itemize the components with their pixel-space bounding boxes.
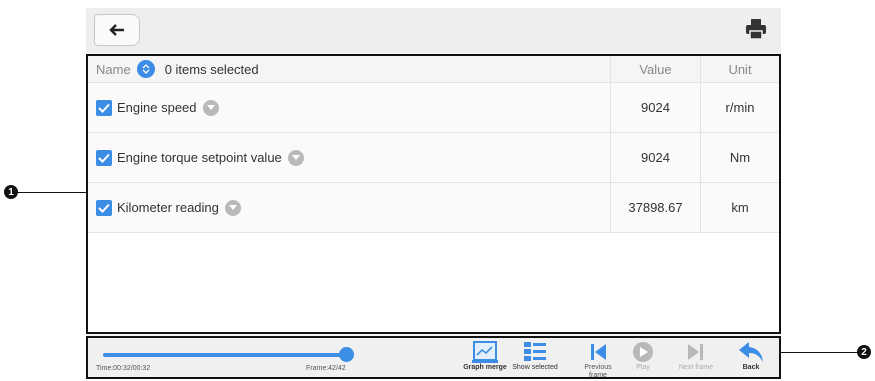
top-toolbar [86, 8, 781, 52]
playback-toolbar: Time:00:32/00:32 Frame:42/42 Graph merge… [86, 336, 781, 379]
checkbox-checked-icon[interactable] [96, 199, 112, 216]
callout-1: 1 [4, 185, 18, 199]
back-curved-arrow-icon [739, 342, 763, 362]
row-unit: km [700, 182, 779, 233]
checkbox-checked-icon[interactable] [96, 149, 112, 166]
next-frame-button[interactable]: Next frame [671, 340, 721, 372]
time-label: Time:00:32/00:32 [96, 365, 151, 372]
selected-count: 0 items selected [164, 61, 259, 77]
callout-2-line [781, 352, 858, 353]
row-value: 9024 [610, 82, 701, 133]
next-frame-icon [688, 344, 703, 360]
printer-icon[interactable] [745, 18, 767, 40]
previous-frame-icon [591, 344, 606, 360]
expand-down-icon[interactable] [202, 99, 219, 116]
playback-slider-thumb[interactable] [339, 347, 354, 362]
table-row[interactable]: Engine torque setpoint value 9024 Nm [88, 132, 779, 183]
row-unit: r/min [700, 82, 779, 133]
row-unit: Nm [700, 132, 779, 183]
show-selected-button[interactable]: Show selected [510, 340, 560, 372]
table-row[interactable]: Engine speed 9024 r/min [88, 82, 779, 133]
graph-merge-icon [472, 341, 498, 363]
checkbox-checked-icon[interactable] [96, 99, 112, 116]
playback-slider-track[interactable] [103, 353, 346, 357]
expand-down-icon[interactable] [287, 149, 304, 166]
row-name: Engine speed [117, 100, 197, 115]
row-value: 9024 [610, 132, 701, 183]
row-value: 37898.67 [610, 182, 701, 233]
sort-toggle-icon[interactable] [136, 60, 155, 78]
back-arrow-icon [109, 24, 124, 36]
graph-merge-button[interactable]: Graph merge [460, 340, 510, 372]
device-screen: Name 0 items selected Value Unit Engine … [86, 8, 781, 379]
play-icon [633, 342, 653, 362]
expand-down-icon[interactable] [224, 199, 241, 216]
data-stream-panel: Name 0 items selected Value Unit Engine … [86, 54, 781, 334]
callout-1-line [18, 192, 86, 193]
row-name: Kilometer reading [117, 200, 219, 215]
back-button[interactable] [94, 14, 140, 46]
callout-2: 2 [857, 345, 871, 359]
column-header-unit: Unit [700, 56, 779, 83]
back-playback-button[interactable]: Back [731, 340, 771, 372]
play-button[interactable]: Play [623, 340, 663, 372]
frame-label: Frame:42/42 [306, 365, 346, 372]
column-header-value: Value [610, 56, 701, 83]
table-row[interactable]: Kilometer reading 37898.67 km [88, 182, 779, 233]
row-name: Engine torque setpoint value [117, 150, 282, 165]
column-header-name: Name [96, 61, 131, 77]
data-table: Name 0 items selected Value Unit Engine … [88, 56, 779, 233]
previous-frame-button[interactable]: Previous frame [578, 340, 618, 380]
table-header: Name 0 items selected Value Unit [88, 56, 779, 83]
show-selected-icon [524, 342, 546, 361]
